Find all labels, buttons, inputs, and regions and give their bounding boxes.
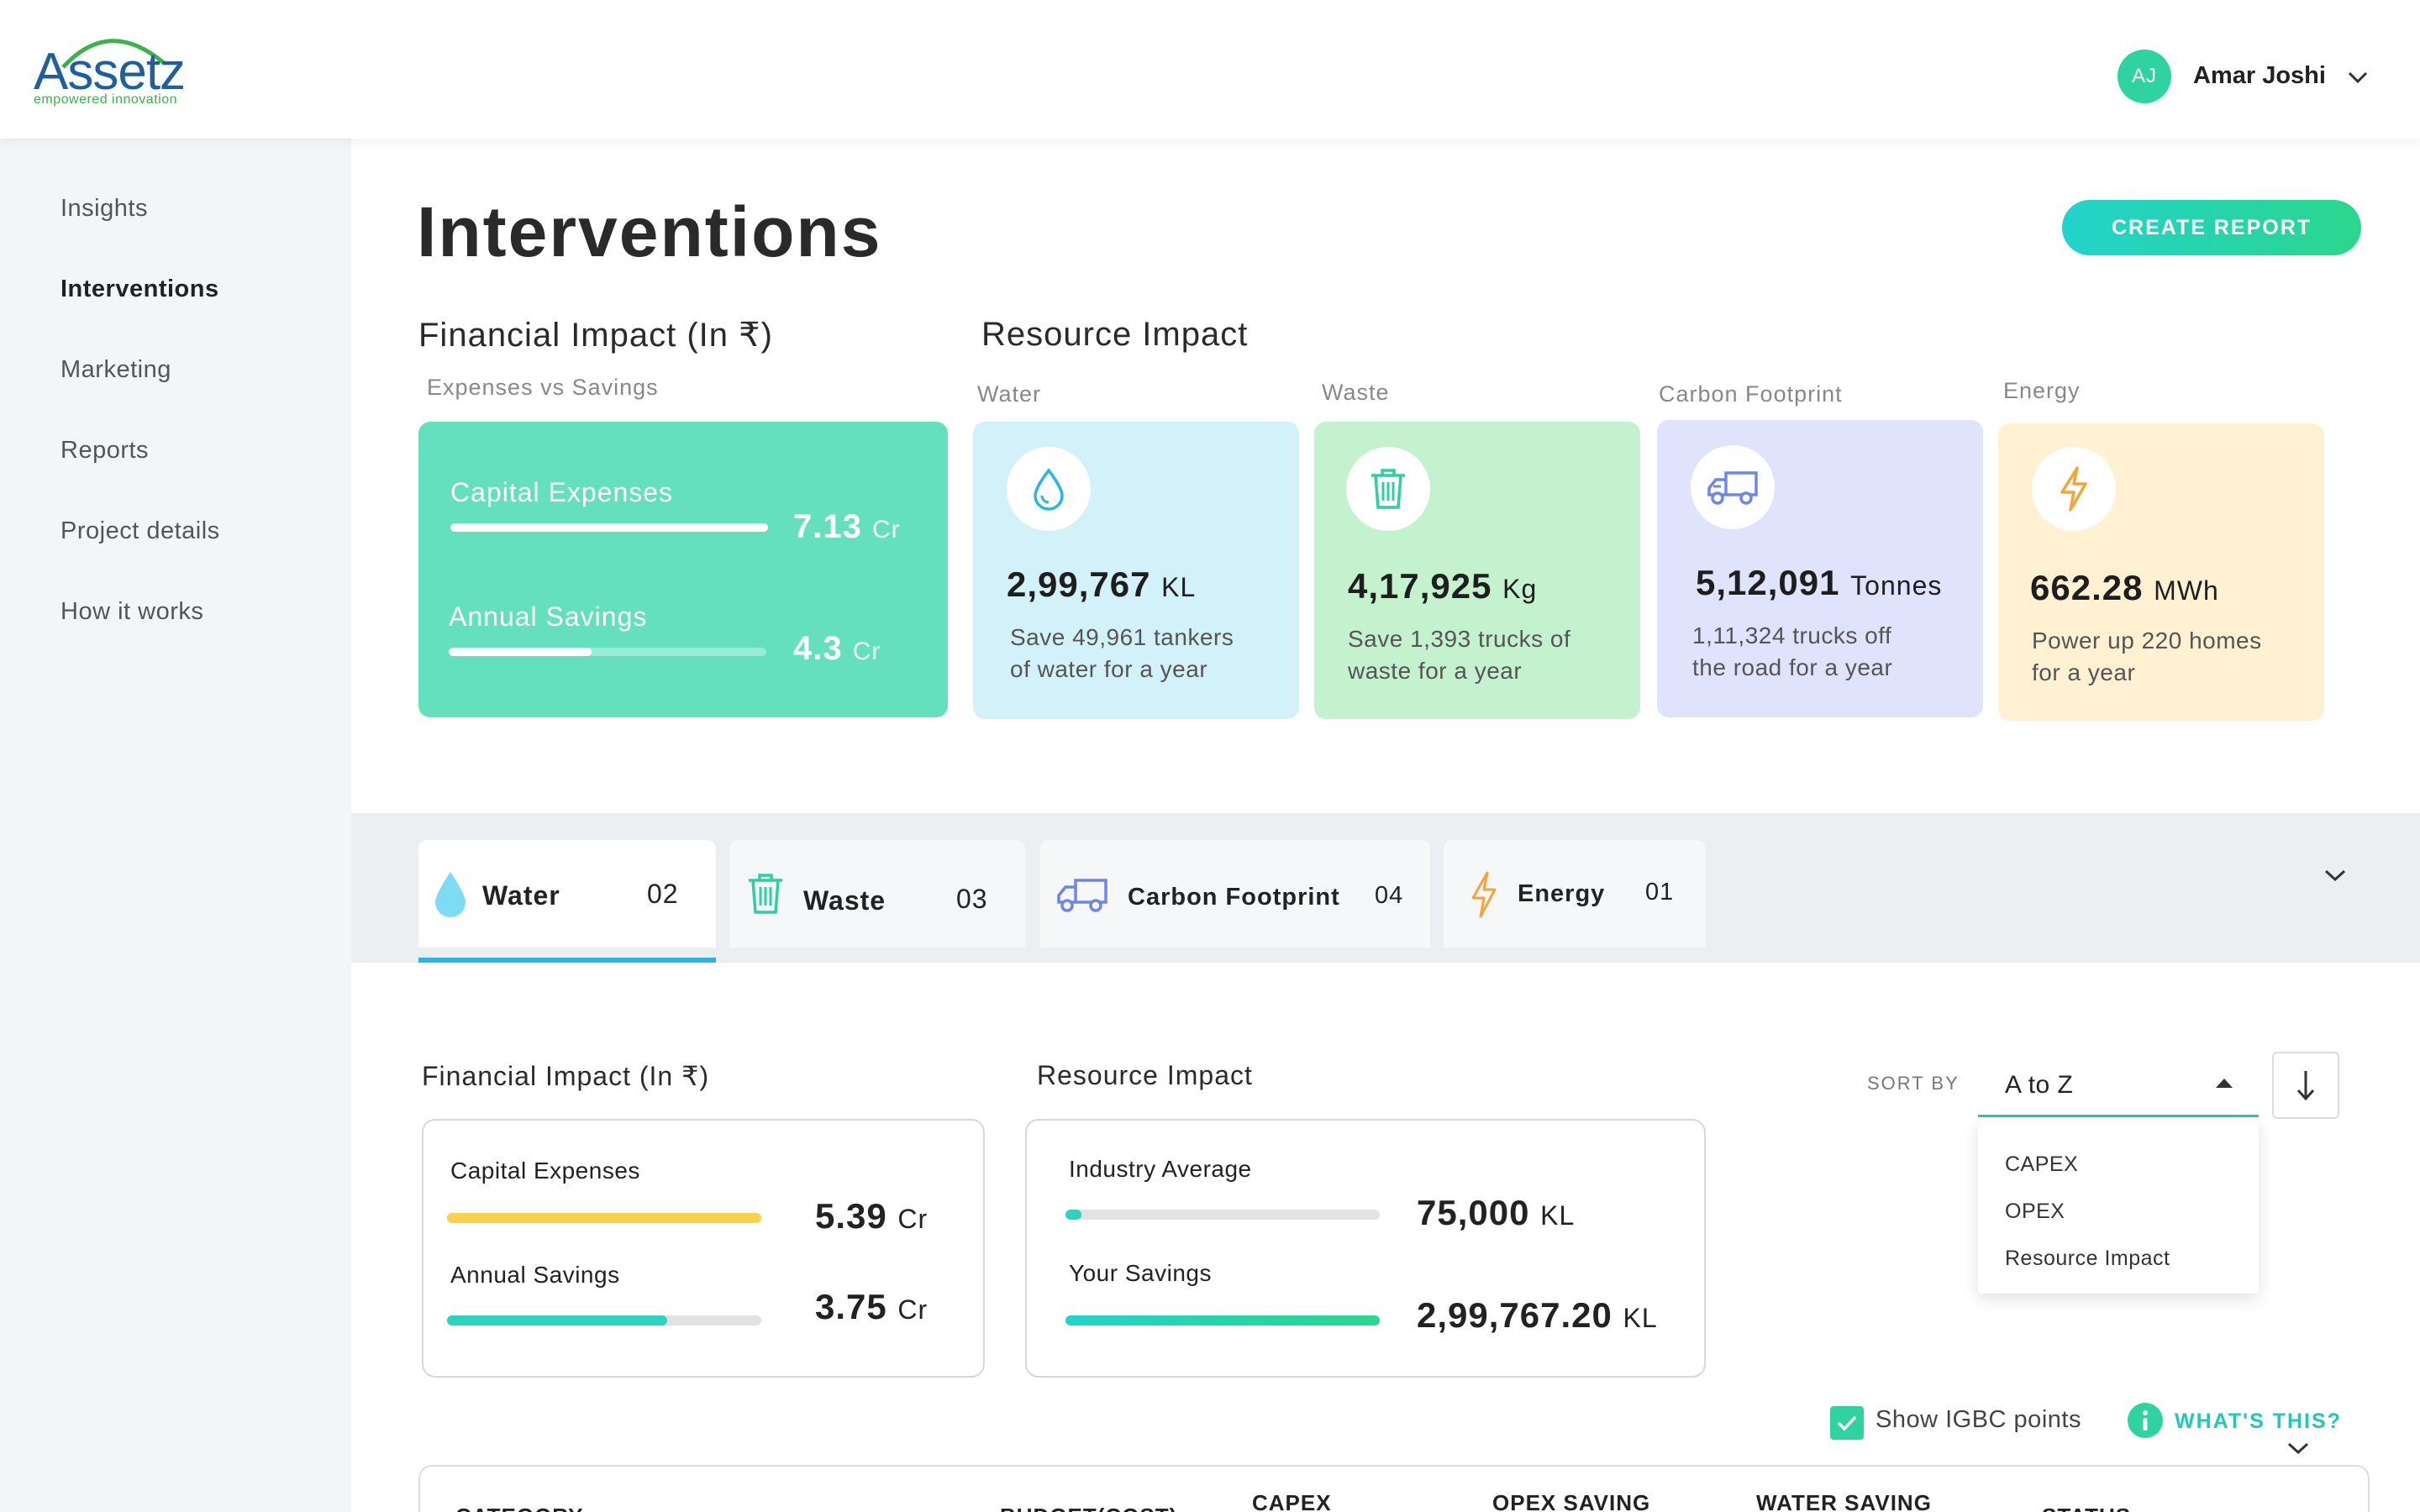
waste-impact-desc: Save 1,393 trucks of waste for a year (1348, 626, 1571, 684)
collapse-chevron-icon[interactable] (2323, 867, 2348, 884)
show-igbc-label[interactable]: Show IGBC points (1876, 1406, 2081, 1434)
savings-label: Annual Savings (449, 601, 648, 632)
detail-financial-title: Financial Impact (In ₹) (422, 1061, 710, 1091)
sidebar-item-reports[interactable]: Reports (60, 437, 149, 465)
industry-average-bar (1065, 1210, 1380, 1220)
detail-savings-bar-fill (447, 1315, 667, 1326)
carbon-category-label: Carbon Footprint (1659, 381, 1843, 407)
sidebar-item-how-it-works[interactable]: How it works (60, 598, 203, 626)
tab-waste-label: Waste (803, 885, 886, 916)
page-title: Interventions (417, 192, 882, 271)
waste-category-label: Waste (1322, 380, 1390, 405)
industry-average-bar-fill (1065, 1210, 1081, 1220)
create-report-button[interactable]: CREATE REPORT (2062, 200, 2361, 255)
sidebar-item-marketing[interactable]: Marketing (60, 356, 171, 384)
financial-impact-title: Financial Impact (In ₹) (418, 317, 773, 354)
detail-capex-value: 5.39 Cr (815, 1196, 929, 1236)
savings-value: 4.3 Cr (793, 630, 881, 667)
industry-average-value: 75,000 KL (1417, 1193, 1576, 1232)
tab-carbon-label: Carbon Footprint (1128, 884, 1340, 911)
sidebar-item-project-details[interactable]: Project details (60, 517, 220, 545)
logo-tagline: empowered innovation (34, 92, 177, 107)
chevron-down-icon[interactable] (2286, 1440, 2311, 1457)
caret-up-icon[interactable] (2215, 1077, 2233, 1089)
truck-icon (1691, 445, 1775, 529)
detail-savings-value: 3.75 Cr (815, 1287, 929, 1326)
capex-value: 7.13 Cr (793, 508, 901, 545)
sidebar-item-insights[interactable]: Insights (60, 195, 148, 223)
table-header-water-saving[interactable]: WATER SAVING (1756, 1490, 1932, 1512)
capex-bar (450, 523, 768, 532)
chevron-down-icon[interactable] (2346, 69, 2370, 86)
lightning-icon (1471, 871, 1497, 918)
checkmark-icon (1837, 1415, 1857, 1431)
detail-savings-label: Annual Savings (450, 1262, 620, 1288)
savings-bar (449, 648, 766, 656)
sort-option-opex[interactable]: OPEX (2005, 1200, 2065, 1224)
water-drop-icon (435, 872, 466, 917)
info-icon[interactable] (2128, 1403, 2163, 1438)
capex-bar-fill (450, 523, 768, 532)
detail-capex-bar (447, 1213, 761, 1223)
user-name[interactable]: Amar Joshi (2193, 62, 2326, 90)
resource-impact-title: Resource Impact (981, 316, 1249, 353)
detail-savings-bar (447, 1315, 761, 1326)
table-header-category[interactable]: CATEGORY (455, 1504, 583, 1512)
top-bar: Assetz empowered innovation AJ Amar Josh… (0, 0, 2420, 139)
truck-icon (1057, 879, 1107, 912)
tab-water-label: Water (482, 880, 560, 911)
table-header-budget[interactable]: BUDGET(COST) (1000, 1504, 1177, 1512)
tab-carbon-count: 04 (1375, 882, 1404, 909)
detail-resource-title: Resource Impact (1037, 1060, 1253, 1090)
sidebar-item-interventions[interactable]: Interventions (60, 276, 219, 303)
tab-waste-count: 03 (956, 884, 988, 914)
sort-option-capex[interactable]: CAPEX (2005, 1152, 2078, 1177)
industry-average-label: Industry Average (1069, 1156, 1252, 1182)
water-category-label: Water (977, 381, 1042, 407)
arrow-down-icon (2296, 1071, 2315, 1101)
your-savings-bar-fill (1065, 1315, 1380, 1326)
sort-by-label: SORT BY (1867, 1073, 1960, 1094)
capex-label: Capital Expenses (450, 477, 674, 507)
energy-category-label: Energy (2003, 378, 2081, 403)
trash-icon (1346, 447, 1430, 531)
tab-energy-count: 01 (1645, 879, 1675, 906)
your-savings-label: Your Savings (1069, 1260, 1212, 1286)
your-savings-value: 2,99,767.20 KL (1417, 1295, 1658, 1335)
savings-bar-fill (449, 648, 592, 656)
whats-this-link[interactable]: WHAT'S THIS? (2175, 1410, 2342, 1434)
carbon-impact-desc: 1,11,324 trucks off the road for a year (1692, 622, 1893, 680)
active-tab-indicator (418, 958, 716, 963)
water-drop-icon (1007, 447, 1091, 531)
financial-impact-card (418, 422, 948, 717)
show-igbc-checkbox[interactable] (1830, 1406, 1864, 1440)
sidebar (0, 139, 351, 1512)
your-savings-bar (1065, 1315, 1380, 1326)
waste-impact-value: 4,17,925 Kg (1348, 566, 1538, 606)
financial-impact-subtitle: Expenses vs Savings (427, 375, 659, 400)
water-impact-value: 2,99,767 KL (1007, 564, 1197, 604)
tab-energy-label: Energy (1518, 880, 1606, 907)
sort-direction-button[interactable] (2272, 1052, 2339, 1119)
detail-capex-bar-fill (447, 1213, 761, 1223)
sort-option-resource-impact[interactable]: Resource Impact (2005, 1247, 2170, 1271)
table-header-opex-saving[interactable]: OPEX SAVING (1492, 1490, 1650, 1512)
trash-icon (749, 874, 782, 914)
energy-impact-value: 662.28 MWh (2030, 568, 2219, 607)
table-header-status[interactable]: STATUS (2042, 1504, 2131, 1512)
water-impact-desc: Save 49,961 tankers of water for a year (1010, 624, 1234, 682)
sort-selected-value[interactable]: A to Z (2005, 1071, 2073, 1100)
tab-water-count: 02 (647, 879, 679, 909)
detail-capex-label: Capital Expenses (450, 1158, 640, 1184)
energy-impact-desc: Power up 220 homes for a year (2032, 627, 2262, 685)
table-header-capex[interactable]: CAPEX (1252, 1490, 1332, 1512)
carbon-impact-value: 5,12,091 Tonnes (1696, 563, 1943, 602)
lightning-icon (2032, 447, 2116, 531)
avatar[interactable]: AJ (2118, 50, 2171, 103)
